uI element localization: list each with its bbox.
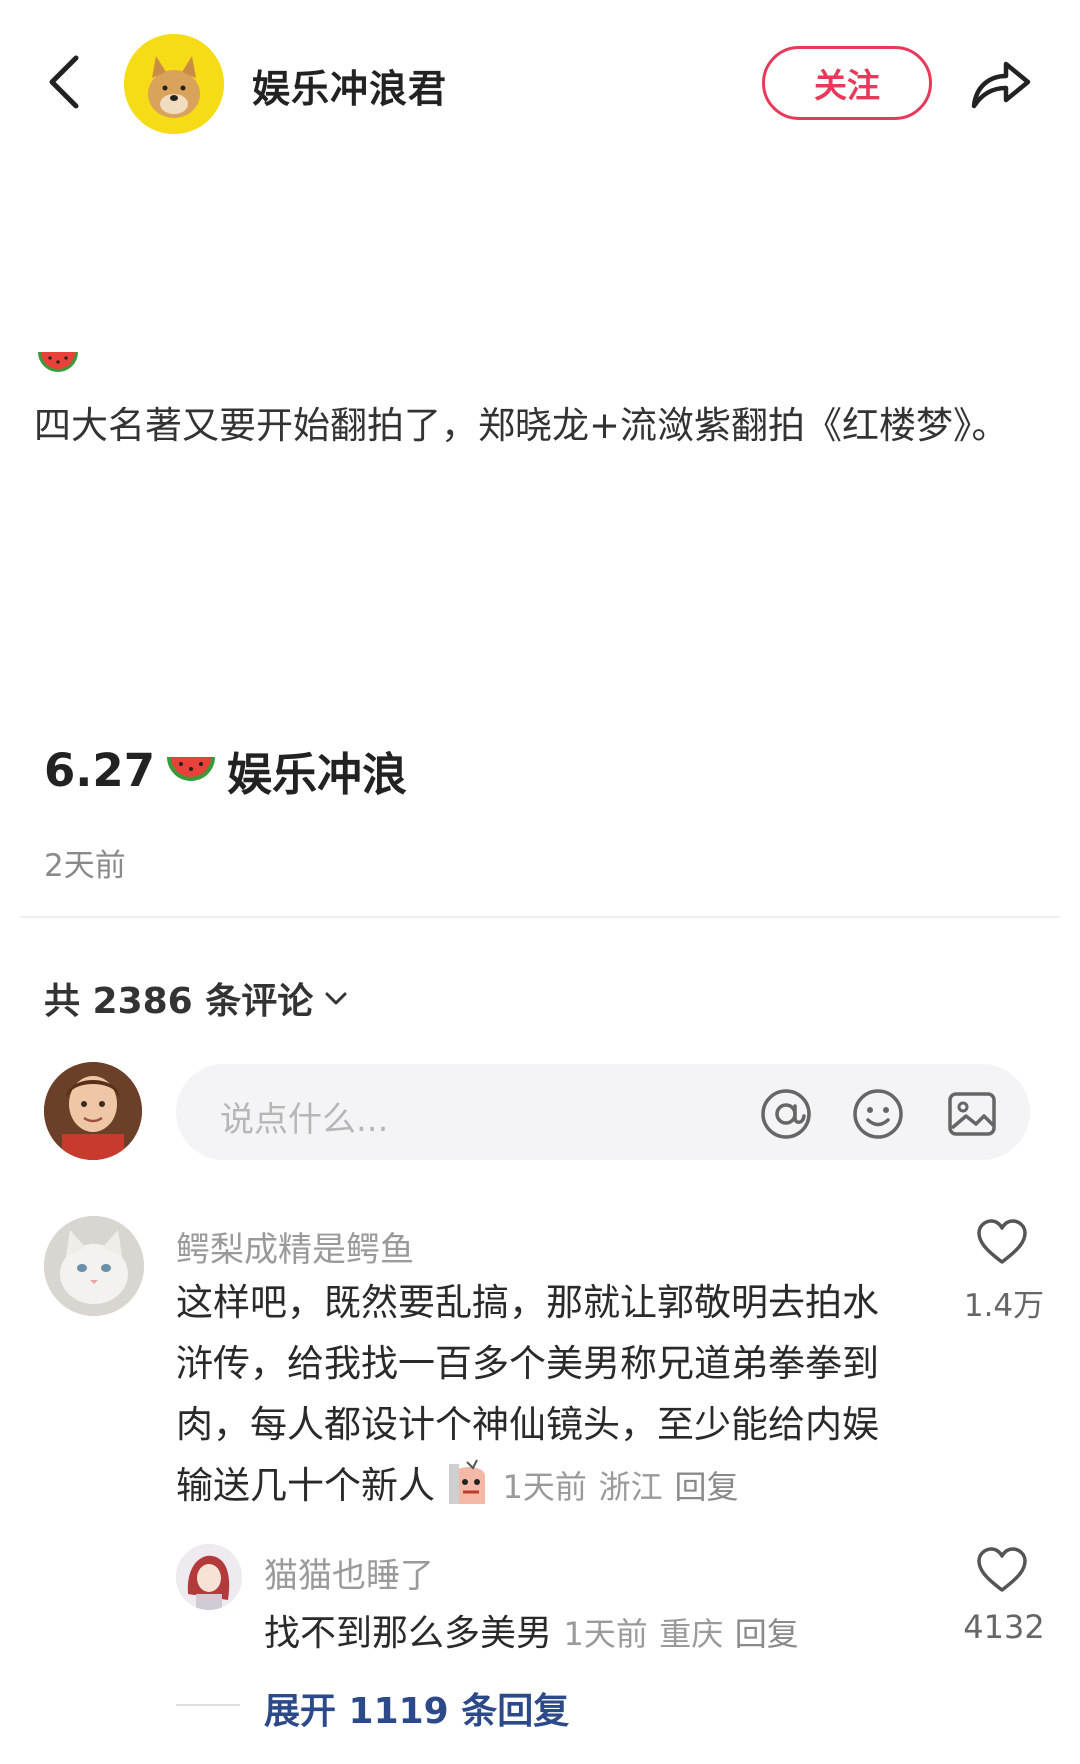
post-title-text: 娱乐冲浪 <box>227 748 408 801</box>
reply-user-name[interactable]: 猫猫也睡了 <box>264 1548 434 1597</box>
reply-like-count: 4132 <box>963 1608 1045 1646</box>
reply-time: 1天前 <box>563 1615 648 1653</box>
comment-text: 这样吧，既然要乱搞，那就让郭敬明去拍水浒传，给我找一百多个美男称兄道弟拳拳到肉，… <box>176 1272 906 1518</box>
chevron-down-icon <box>325 992 347 1005</box>
reply-avatar[interactable] <box>176 1544 242 1610</box>
divider <box>20 916 1060 918</box>
post-text: 四大名著又要开始翻拍了，郑晓龙+流潋紫翻拍《红楼梦》。 <box>34 404 1009 447</box>
watermelon-icon <box>38 352 78 372</box>
at-icon[interactable] <box>758 1086 814 1142</box>
heart-icon[interactable] <box>976 1546 1028 1594</box>
like-count: 1.4万 <box>963 1288 1045 1324</box>
comment-count-label: 共 2386 条评论 <box>44 981 314 1022</box>
commenter-avatar[interactable] <box>44 1216 144 1316</box>
comment-location: 浙江 <box>598 1468 663 1506</box>
child-photo-avatar <box>44 1062 142 1160</box>
smile-icon[interactable] <box>850 1086 906 1142</box>
heart-icon[interactable] <box>976 1218 1028 1266</box>
comment-time: 1天前 <box>502 1468 587 1506</box>
comment-count-sort[interactable]: 共 2386 条评论 <box>44 972 349 1024</box>
post-title-date: 6.27 <box>44 744 156 797</box>
cat-photo-avatar <box>44 1216 144 1316</box>
reply-reply-button[interactable]: 回复 <box>735 1615 799 1653</box>
post-time: 2天前 <box>44 848 126 884</box>
reply-location: 重庆 <box>659 1615 724 1653</box>
post-title: 6.27 娱乐冲浪 <box>44 738 407 803</box>
my-avatar[interactable] <box>44 1062 142 1160</box>
expand-divider-line <box>176 1704 240 1706</box>
sticker-emoji-icon <box>448 1459 485 1504</box>
author-name[interactable]: 娱乐冲浪君 <box>252 58 447 113</box>
reply-text: 找不到那么多美男 1天前 重庆 回复 <box>264 1604 799 1656</box>
back-icon[interactable] <box>44 52 84 112</box>
commenter-name[interactable]: 鳄梨成精是鳄鱼 <box>176 1222 414 1271</box>
watermelon-icon <box>167 756 216 781</box>
share-icon[interactable] <box>968 52 1032 112</box>
doge-avatar-image <box>124 34 224 134</box>
image-icon[interactable] <box>944 1086 1000 1142</box>
comment-input-placeholder[interactable]: 说点什么... <box>220 1092 388 1141</box>
expand-replies-link[interactable]: 展开 1119 条回复 <box>264 1682 569 1734</box>
author-avatar[interactable] <box>124 34 224 134</box>
reply-body: 找不到那么多美男 <box>264 1613 553 1654</box>
anime-girl-avatar <box>176 1544 242 1610</box>
follow-button[interactable]: 关注 <box>762 46 932 120</box>
reply-button[interactable]: 回复 <box>674 1468 738 1506</box>
